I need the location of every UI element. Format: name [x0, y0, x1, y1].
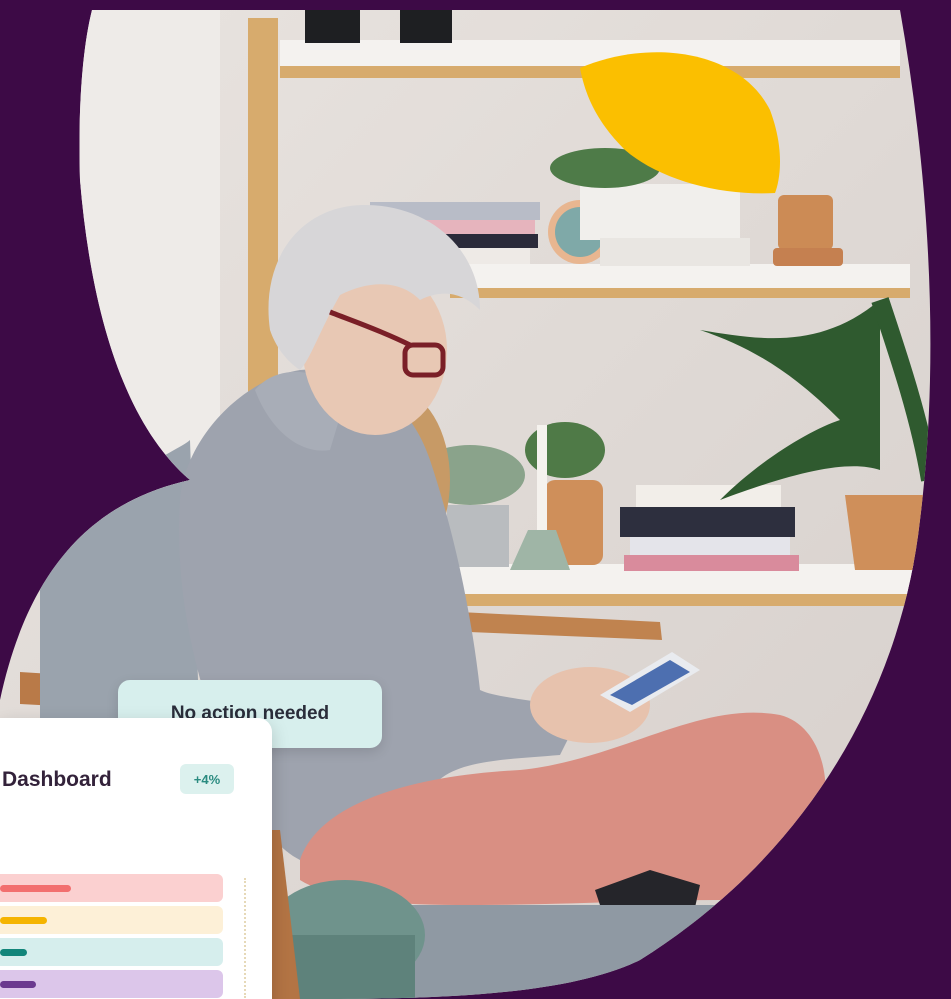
hero-image: No action needed Dashboard +4%	[0, 0, 951, 999]
divider-dots	[244, 878, 248, 998]
dashboard-card: Dashboard +4%	[0, 718, 272, 999]
progress-bar-fill	[0, 981, 36, 988]
progress-bar	[0, 874, 223, 902]
progress-bar	[0, 970, 223, 998]
progress-bar	[0, 906, 223, 934]
dashboard-title: Dashboard	[2, 768, 112, 791]
progress-bar-fill	[0, 885, 71, 892]
progress-bar-fill	[0, 917, 47, 924]
growth-badge: +4%	[180, 764, 234, 794]
progress-bar-fill	[0, 949, 27, 956]
progress-bar	[0, 938, 223, 966]
